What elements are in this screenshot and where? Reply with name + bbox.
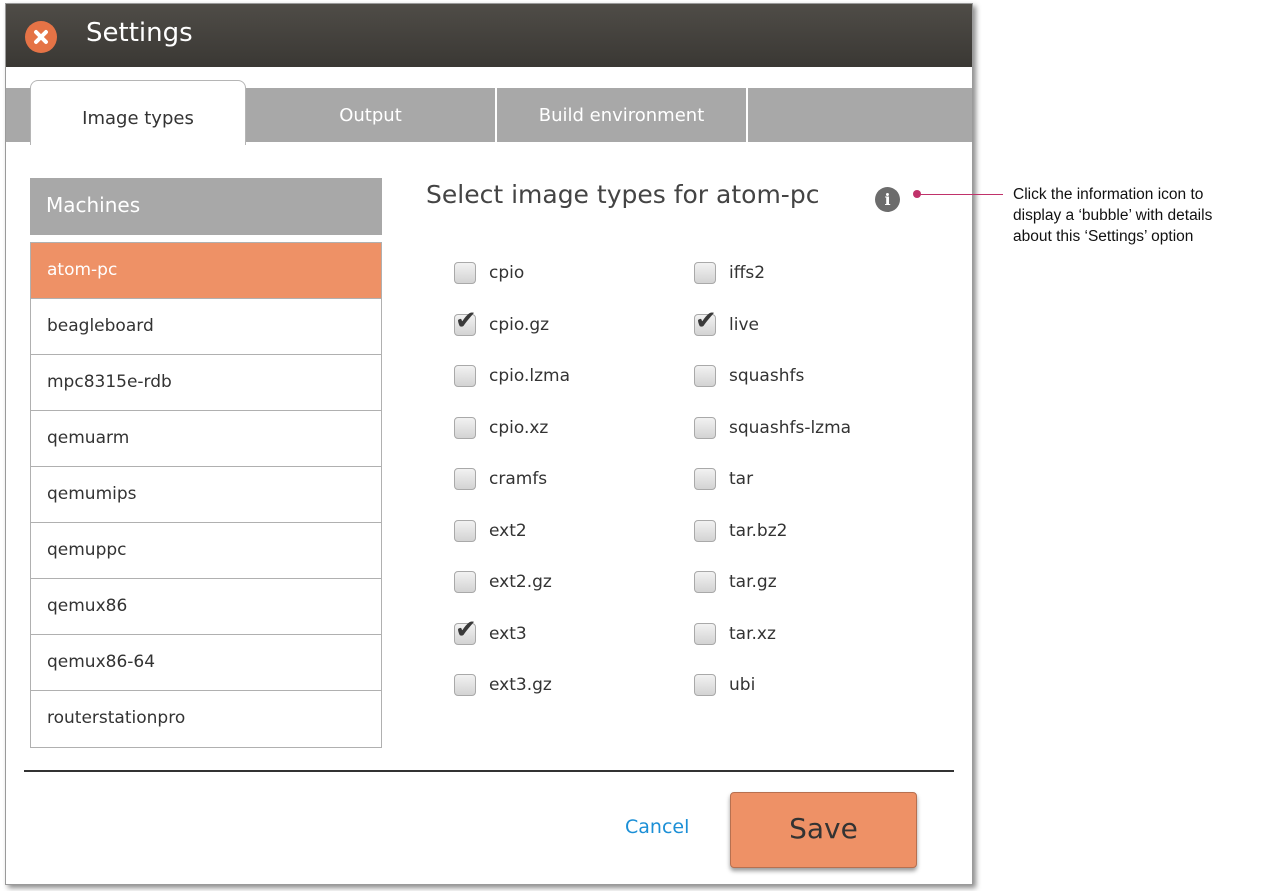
machine-item-qemuarm[interactable]: qemuarm xyxy=(31,411,381,467)
tab-output[interactable]: Output xyxy=(246,88,495,142)
checkbox-label: ext3.gz xyxy=(489,675,552,695)
machine-item-mpc8315e-rdb[interactable]: mpc8315e-rdb xyxy=(31,355,381,411)
machines-list: atom-pc beagleboard mpc8315e-rdb qemuarm qem… xyxy=(30,242,382,748)
machine-item-qemuppc[interactable]: qemuppc xyxy=(31,523,381,579)
checkbox-tar-gz[interactable]: ✔ tar.gz xyxy=(694,567,777,597)
checkbox-box[interactable]: ✔ xyxy=(694,674,716,696)
checkbox-box[interactable]: ✔ xyxy=(454,416,476,439)
checkbox-tar[interactable]: ✔ tar xyxy=(694,464,753,494)
checkbox-ext2[interactable]: ✔ ext2 xyxy=(454,516,527,546)
checkbox-label: ext2 xyxy=(489,520,527,541)
footer-divider xyxy=(24,770,954,772)
tab-build-environment[interactable]: Build environment xyxy=(497,88,746,142)
annotation-line: display a ‘bubble’ with details xyxy=(1013,207,1213,224)
window-title: Settings xyxy=(86,18,193,48)
checkbox-box[interactable]: ✔ xyxy=(454,519,476,542)
checkbox-box[interactable]: ✔ xyxy=(694,306,717,336)
checkbox-live[interactable]: ✔ live xyxy=(694,306,759,340)
checkbox-label: squashfs xyxy=(729,366,805,386)
checkbox-label: tar xyxy=(729,469,754,489)
machine-item-beagleboard[interactable]: beagleboard xyxy=(31,299,381,355)
checkbox-box[interactable]: ✔ xyxy=(454,674,476,696)
checkbox-ubi[interactable]: ✔ ubi xyxy=(694,670,755,700)
checkbox-label: ext2.gz xyxy=(489,572,552,592)
checkbox-tar-xz[interactable]: ✔ tar.xz xyxy=(694,619,776,649)
tab-image-types[interactable]: Image types xyxy=(30,80,246,145)
checkbox-ext3[interactable]: ✔ ext3 xyxy=(454,615,527,649)
checkbox-label: tar.gz xyxy=(729,572,777,592)
machine-item-qemux86-64[interactable]: qemux86-64 xyxy=(31,635,381,691)
checkbox-box[interactable]: ✔ xyxy=(694,519,716,542)
checkbox-ext2-gz[interactable]: ✔ ext2.gz xyxy=(454,567,552,597)
checkmark-icon: ✔ xyxy=(695,305,717,336)
annotation-line: about this ‘Settings’ option xyxy=(1013,228,1194,245)
checkbox-label: ubi xyxy=(729,675,756,695)
checkbox-iffs2[interactable]: ✔ iffs2 xyxy=(694,258,765,288)
checkbox-squashfs[interactable]: ✔ squashfs xyxy=(694,361,804,391)
checkbox-cramfs[interactable]: ✔ cramfs xyxy=(454,464,547,494)
tab-separator xyxy=(746,88,748,142)
annotation-callout: Click the information icon to display a … xyxy=(1013,184,1277,247)
annotation-dot xyxy=(913,190,921,198)
checkbox-label: cpio.lzma xyxy=(489,366,570,386)
checkbox-label: squashfs-lzma xyxy=(729,417,852,438)
checkbox-squashfs-lzma[interactable]: ✔ squashfs-lzma xyxy=(694,413,851,443)
checkmark-icon: ✔ xyxy=(455,614,477,645)
checkbox-box[interactable]: ✔ xyxy=(694,365,716,387)
checkbox-box[interactable]: ✔ xyxy=(694,571,716,593)
checkbox-cpio[interactable]: ✔ cpio xyxy=(454,258,524,288)
image-types-title: Select image types for atom-pc xyxy=(426,180,820,209)
machine-item-routerstationpro[interactable]: routerstationpro xyxy=(31,691,381,747)
checkbox-label: tar.xz xyxy=(729,623,776,644)
close-icon[interactable] xyxy=(25,21,57,53)
machines-header: Machines xyxy=(30,178,382,235)
checkbox-box[interactable]: ✔ xyxy=(694,416,716,439)
machine-item-qemux86[interactable]: qemux86 xyxy=(31,579,381,635)
checkbox-box[interactable]: ✔ xyxy=(454,571,476,593)
title-bar: Settings xyxy=(6,4,972,67)
checkbox-label: tar.bz2 xyxy=(729,520,788,541)
checkbox-cpio-xz[interactable]: ✔ cpio.xz xyxy=(454,413,548,443)
checkbox-box[interactable]: ✔ xyxy=(454,262,476,284)
checkbox-label: ext3 xyxy=(489,623,527,644)
checkbox-box[interactable]: ✔ xyxy=(694,468,716,490)
checkbox-box[interactable]: ✔ xyxy=(454,365,476,387)
checkbox-cpio-lzma[interactable]: ✔ cpio.lzma xyxy=(454,361,570,391)
checkbox-box[interactable]: ✔ xyxy=(454,615,477,645)
cancel-button[interactable]: Cancel xyxy=(625,816,689,838)
checkbox-label: cpio xyxy=(489,263,525,283)
checkbox-ext3-gz[interactable]: ✔ ext3.gz xyxy=(454,670,552,700)
save-button[interactable]: Save xyxy=(730,792,917,868)
info-icon[interactable]: i xyxy=(875,187,900,212)
checkbox-box[interactable]: ✔ xyxy=(454,306,477,336)
annotation-connector xyxy=(920,194,1003,195)
annotation-line: Click the information icon to xyxy=(1013,186,1204,203)
machine-item-qemumips[interactable]: qemumips xyxy=(31,467,381,523)
checkmark-icon: ✔ xyxy=(455,305,477,336)
checkbox-cpio-gz[interactable]: ✔ cpio.gz xyxy=(454,306,550,340)
checkbox-box[interactable]: ✔ xyxy=(694,622,716,645)
checkbox-label: cpio.xz xyxy=(489,417,549,438)
checkbox-label: cpio.gz xyxy=(489,314,550,335)
checkbox-tar-bz2[interactable]: ✔ tar.bz2 xyxy=(694,516,787,546)
machine-item-atom-pc[interactable]: atom-pc xyxy=(31,243,381,299)
checkbox-label: cramfs xyxy=(489,469,548,489)
checkbox-label: iffs2 xyxy=(729,263,766,283)
checkbox-box[interactable]: ✔ xyxy=(694,262,716,284)
settings-window: Settings Image types Output Build enviro… xyxy=(5,3,973,885)
checkbox-label: live xyxy=(729,314,759,335)
checkbox-box[interactable]: ✔ xyxy=(454,468,476,490)
